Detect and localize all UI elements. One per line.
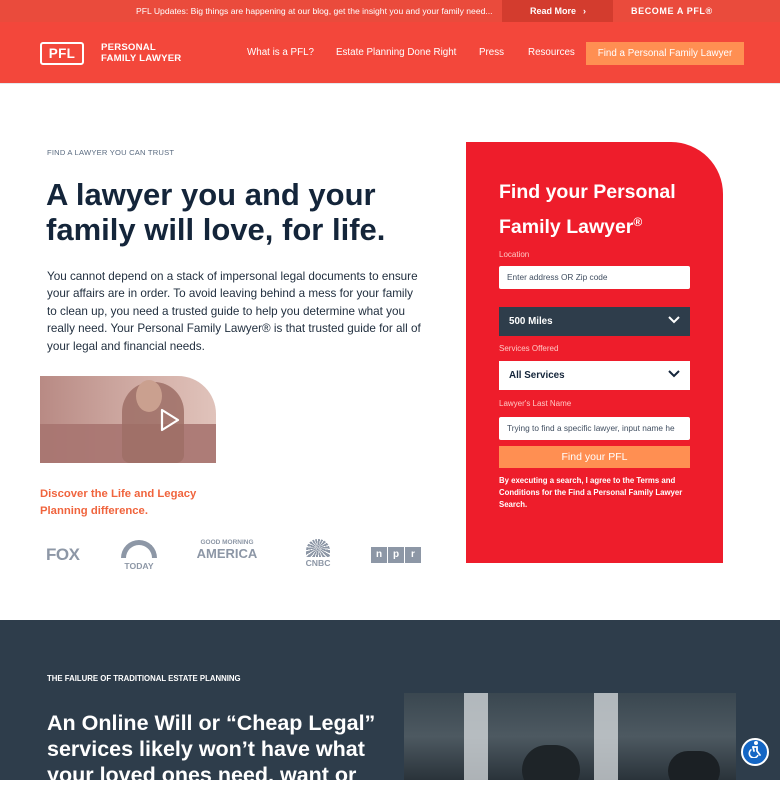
read-more-link[interactable]: Read More › xyxy=(502,0,613,22)
today-arc xyxy=(121,540,157,558)
main-navigation: PFL PERSONAL FAMILY LAWYER What is a PFL… xyxy=(0,22,780,84)
today-label: TODAY xyxy=(124,561,154,571)
brand-name[interactable]: PERSONAL FAMILY LAWYER xyxy=(101,42,182,64)
distance-value: 500 Miles xyxy=(509,316,553,327)
nav-link-press[interactable]: Press xyxy=(479,47,504,58)
announcement-bar: PFL Updates: Big things are happening at… xyxy=(0,0,780,22)
photo-person xyxy=(668,751,720,780)
registered-mark: ® xyxy=(633,215,643,229)
brand-line-2: FAMILY LAWYER xyxy=(101,52,182,64)
brand-line-1: PERSONAL xyxy=(101,42,156,53)
npr-letter: p xyxy=(388,547,404,563)
services-label: Services Offered xyxy=(499,344,559,353)
play-icon[interactable] xyxy=(159,408,181,437)
nav-link-resources[interactable]: Resources xyxy=(528,47,575,58)
failure-headline: An Online Will or “Cheap Legal” services… xyxy=(47,711,376,787)
discover-link[interactable]: Discover the Life and Legacy Planning di… xyxy=(40,486,210,520)
pfl-logo[interactable]: PFL xyxy=(40,42,84,65)
lawyer-search-card: Find your Personal Family Lawyer® Locati… xyxy=(466,142,723,563)
find-lawyer-button[interactable]: Find a Personal Family Lawyer xyxy=(586,42,744,65)
hero-paragraph: You cannot depend on a stack of imperson… xyxy=(47,270,421,353)
nav-link-what-is-pfl[interactable]: What is a PFL? xyxy=(247,47,314,58)
video-thumbnail[interactable] xyxy=(40,376,216,463)
services-select[interactable]: All Services xyxy=(499,361,690,390)
announcement-text: PFL Updates: Big things are happening at… xyxy=(136,6,493,16)
today-logo: TODAY xyxy=(120,540,158,572)
gma-bottom: AMERICA xyxy=(196,546,258,561)
chevron-down-icon xyxy=(668,307,680,336)
chevron-right-icon: › xyxy=(583,6,586,16)
nav-link-estate-planning[interactable]: Estate Planning Done Right xyxy=(336,47,456,58)
location-input[interactable]: Enter address OR Zip code xyxy=(499,266,690,289)
gma-logo: GOOD MORNING AMERICA xyxy=(195,539,259,560)
become-pfl-link[interactable]: BECOME A PFL® xyxy=(631,0,713,22)
hero-eyebrow: FIND A LAWYER YOU CAN TRUST xyxy=(47,148,175,157)
search-card-title-text: Find your Personal Family Lawyer xyxy=(499,181,676,238)
cnbc-peacock-icon xyxy=(306,539,330,557)
failure-eyebrow: THE FAILURE OF TRADITIONAL ESTATE PLANNI… xyxy=(47,674,241,683)
photo-window xyxy=(594,693,618,780)
fox-logo: FOX xyxy=(46,545,80,564)
location-label: Location xyxy=(499,250,530,259)
search-terms: By executing a search, I agree to the Te… xyxy=(499,476,683,509)
photo-person xyxy=(522,745,580,780)
last-name-label: Lawyer's Last Name xyxy=(499,399,572,408)
meeting-photo xyxy=(404,693,736,780)
cnbc-label: CNBC xyxy=(305,558,331,568)
photo-window xyxy=(464,693,488,780)
failure-section: THE FAILURE OF TRADITIONAL ESTATE PLANNI… xyxy=(0,620,780,787)
npr-letter: r xyxy=(405,547,421,563)
read-more-label: Read More xyxy=(530,6,577,16)
npr-logo: n p r xyxy=(371,547,421,563)
hero-headline: A lawyer you and your family will love, … xyxy=(46,177,386,247)
chevron-down-icon xyxy=(668,361,680,390)
npr-letter: n xyxy=(371,547,387,563)
distance-select[interactable]: 500 Miles xyxy=(499,307,690,336)
last-name-input[interactable]: Trying to find a specific lawyer, input … xyxy=(499,417,690,440)
search-card-title: Find your Personal Family Lawyer® xyxy=(499,177,699,242)
accessibility-icon[interactable] xyxy=(741,738,769,766)
services-value: All Services xyxy=(509,370,565,381)
find-pfl-button[interactable]: Find your PFL xyxy=(499,446,690,468)
cnbc-logo: CNBC xyxy=(297,539,339,568)
